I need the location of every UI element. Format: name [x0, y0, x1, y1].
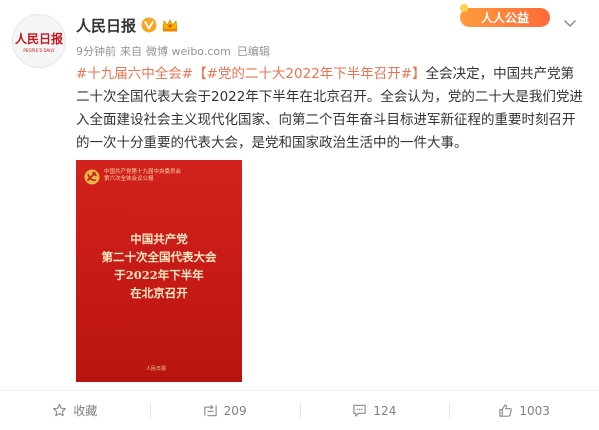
topic-link-plenum[interactable]: #十九届六中全会#	[76, 66, 193, 82]
favorite-label: 收藏	[73, 404, 98, 418]
chevron-down-icon[interactable]	[562, 15, 578, 31]
crown-icon[interactable]	[161, 17, 179, 33]
like-icon	[499, 404, 513, 417]
poster-line4: 在北京召开	[130, 286, 188, 300]
author-name[interactable]: 人民日报	[76, 15, 136, 36]
topic-link-congress[interactable]: 【#党的二十大2022年下半年召开#】	[193, 66, 425, 82]
post-meta: 9分钟前 来自 微博 weibo.com 已编辑	[76, 43, 270, 59]
action-bar: 收藏 209 124 1003	[0, 390, 599, 430]
avatar[interactable]: 人民日报 PEOPLE'S DAILY	[12, 14, 66, 68]
comment-button[interactable]: 124	[299, 391, 450, 430]
repost-button[interactable]: 209	[149, 391, 300, 430]
post-text: #十九届六中全会#【#党的二十大2022年下半年召开#】全会决定，中国共产党第二…	[76, 63, 586, 155]
post-header: 人民日报 9分钟前 来自 微博 weibo.com 已编辑	[76, 14, 270, 59]
star-icon	[53, 403, 67, 417]
like-count: 1003	[519, 403, 550, 418]
weibo-post-card: 人民日报 PEOPLE'S DAILY 人民日报 9分钟前 来自 微博 weib…	[0, 0, 599, 429]
avatar-brand-text: 人民日报	[15, 31, 63, 46]
poster-caption-line1: 中国共产党第十九届中央委员会	[104, 169, 182, 175]
poster-caption: 中国共产党第十九届中央委员会 第六次全体会议公报	[104, 169, 181, 183]
repost-count: 209	[223, 403, 247, 418]
verified-icon	[141, 17, 157, 33]
charity-heart-icon	[460, 4, 468, 12]
post-source[interactable]: 微博 weibo.com	[146, 43, 231, 59]
poster-line1: 中国共产党	[130, 232, 188, 246]
favorite-button[interactable]: 收藏	[0, 391, 150, 430]
poster-line2: 第二十次全国代表大会	[101, 250, 217, 264]
post-image[interactable]: 中国共产党第十九届中央委员会 第六次全体会议公报 中国共产党 第二十次全国代表大…	[76, 160, 242, 382]
post-time[interactable]: 9分钟前	[76, 43, 116, 59]
poster-footer: 人民日报	[146, 366, 167, 372]
edited-label[interactable]: 已编辑	[237, 43, 270, 59]
poster-caption-line2: 第六次全体会议公报	[104, 176, 154, 182]
like-button[interactable]: 1003	[449, 391, 599, 430]
source-prefix: 来自	[120, 45, 142, 58]
charity-badge[interactable]: 人人公益	[454, 2, 554, 30]
comment-icon	[353, 404, 367, 417]
poster-headline: 中国共产党 第二十次全国代表大会 于2022年下半年 在北京召开	[76, 230, 242, 302]
poster-line3: 于2022年下半年	[114, 268, 204, 282]
charity-label: 人人公益	[481, 10, 529, 25]
avatar-sub-text: PEOPLE'S DAILY	[23, 48, 55, 53]
party-emblem-icon	[84, 169, 100, 185]
comment-count: 124	[373, 403, 397, 418]
repost-icon	[203, 404, 217, 417]
